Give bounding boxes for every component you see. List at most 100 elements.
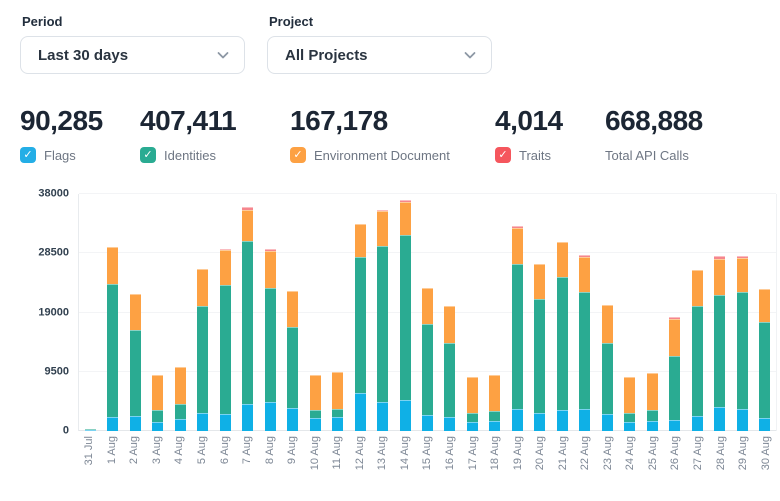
bar-segment-identities [624,413,635,422]
bar-segment-environment-document [624,377,635,412]
bar-slot [79,194,101,431]
bar-segment-environment-document [489,375,500,411]
project-control: Project All Projects [267,14,492,74]
x-tick-label: 1 Aug [106,436,118,464]
bar-slot [259,194,281,431]
bar-stack [197,269,208,431]
bar-slot [394,194,416,431]
bar-segment-environment-document [759,289,770,323]
x-tick-label: 31 Jul [83,436,95,465]
bar-stack [400,200,411,431]
x-tick-label: 20 Aug [534,436,546,470]
stat-label: Environment Document [314,148,450,163]
y-tick-label: 9500 [45,365,69,378]
x-tick-label: 12 Aug [354,436,366,470]
bar-stack [265,249,276,431]
bar-segment-identities [489,411,500,421]
y-tick-label: 28500 [38,247,69,260]
bar-segment-identities [377,246,388,401]
bar-segment-flags [422,415,433,431]
bar-segment-flags [400,400,411,431]
period-dropdown-value: Last 30 days [38,47,128,64]
bar-stack [737,256,748,431]
bar-slot [754,194,776,431]
flags-checkbox[interactable]: ✓ [20,147,36,163]
bar-stack [287,291,298,431]
bar-segment-identities [647,410,658,421]
x-tick-label: 16 Aug [444,436,456,470]
bar-segment-flags [534,413,545,431]
bar-stack [647,373,658,431]
period-dropdown[interactable]: Last 30 days [20,36,245,74]
bar-stack [175,367,186,431]
bar-stack [669,317,680,431]
bar-segment-flags [669,420,680,431]
bar-stack [557,242,568,431]
x-tick-label: 11 Aug [331,436,343,469]
bar-segment-identities [692,306,703,416]
bar-slot [529,194,551,431]
x-axis: 31 Jul1 Aug2 Aug3 Aug4 Aug5 Aug6 Aug7 Au… [78,431,777,483]
x-tick-label: 2 Aug [128,436,140,464]
bar-slot [461,194,483,431]
identities-checkbox[interactable]: ✓ [140,147,156,163]
traits-checkbox[interactable]: ✓ [495,147,511,163]
stat-identities: 407,411 ✓ Identities [140,106,290,164]
bar-stack [624,377,635,431]
bar-segment-flags [377,402,388,431]
bar-segment-identities [220,285,231,414]
bar-segment-flags [287,408,298,431]
x-tick-label: 27 Aug [692,436,704,470]
stat-traits: 4,014 ✓ Traits [495,106,605,164]
bar-stack [377,210,388,431]
bar-stack [692,270,703,431]
x-tick-label: 4 Aug [173,436,185,464]
bar-segment-flags [647,421,658,431]
bar-segment-identities [175,404,186,418]
bar-segment-environment-document [737,258,748,292]
bar-segment-identities [197,306,208,413]
chevron-down-icon [463,48,477,62]
bar-slot [686,194,708,431]
bar-slot [326,194,348,431]
bar-segment-flags [220,414,231,432]
bar-segment-environment-document [422,288,433,324]
bar-segment-identities [714,295,725,407]
bar-segment-flags [444,417,455,431]
bar-slot [146,194,168,431]
bar-segment-flags [692,416,703,431]
project-dropdown[interactable]: All Projects [267,36,492,74]
bar-stack [130,294,141,431]
stat-value: 90,285 [20,106,140,136]
bar-segment-flags [467,422,478,431]
bar-stack [534,264,545,431]
bar-segment-identities [287,327,298,408]
bar-segment-flags [85,430,96,431]
bar-segment-environment-document [534,264,545,300]
bar-segment-environment-document [197,269,208,305]
x-tick-label: 30 Aug [760,436,772,470]
bar-slot [281,194,303,431]
y-tick-label: 19000 [38,306,69,319]
bar-stack [355,224,366,432]
x-tick-label: 6 Aug [219,436,231,464]
x-tick-label: 24 Aug [624,436,636,470]
bar-slot [574,194,596,431]
period-control: Period Last 30 days [20,14,245,74]
bar-segment-environment-document [355,224,366,258]
environment-document-checkbox[interactable]: ✓ [290,147,306,163]
bar-segment-identities [152,410,163,422]
bar-segment-identities [602,343,613,414]
stat-label: Traits [519,148,551,163]
bar-segment-environment-document [602,305,613,343]
x-tick-label: 13 Aug [376,436,388,470]
bar-segment-flags [130,416,141,431]
bar-segment-flags [152,422,163,431]
bar-segment-flags [197,413,208,431]
bar-stack [107,247,118,431]
bar-slot [596,194,618,431]
bar-segment-environment-document [647,373,658,410]
x-tick-label: 7 Aug [241,436,253,464]
bar-slot [169,194,191,431]
bar-segment-flags [175,419,186,432]
